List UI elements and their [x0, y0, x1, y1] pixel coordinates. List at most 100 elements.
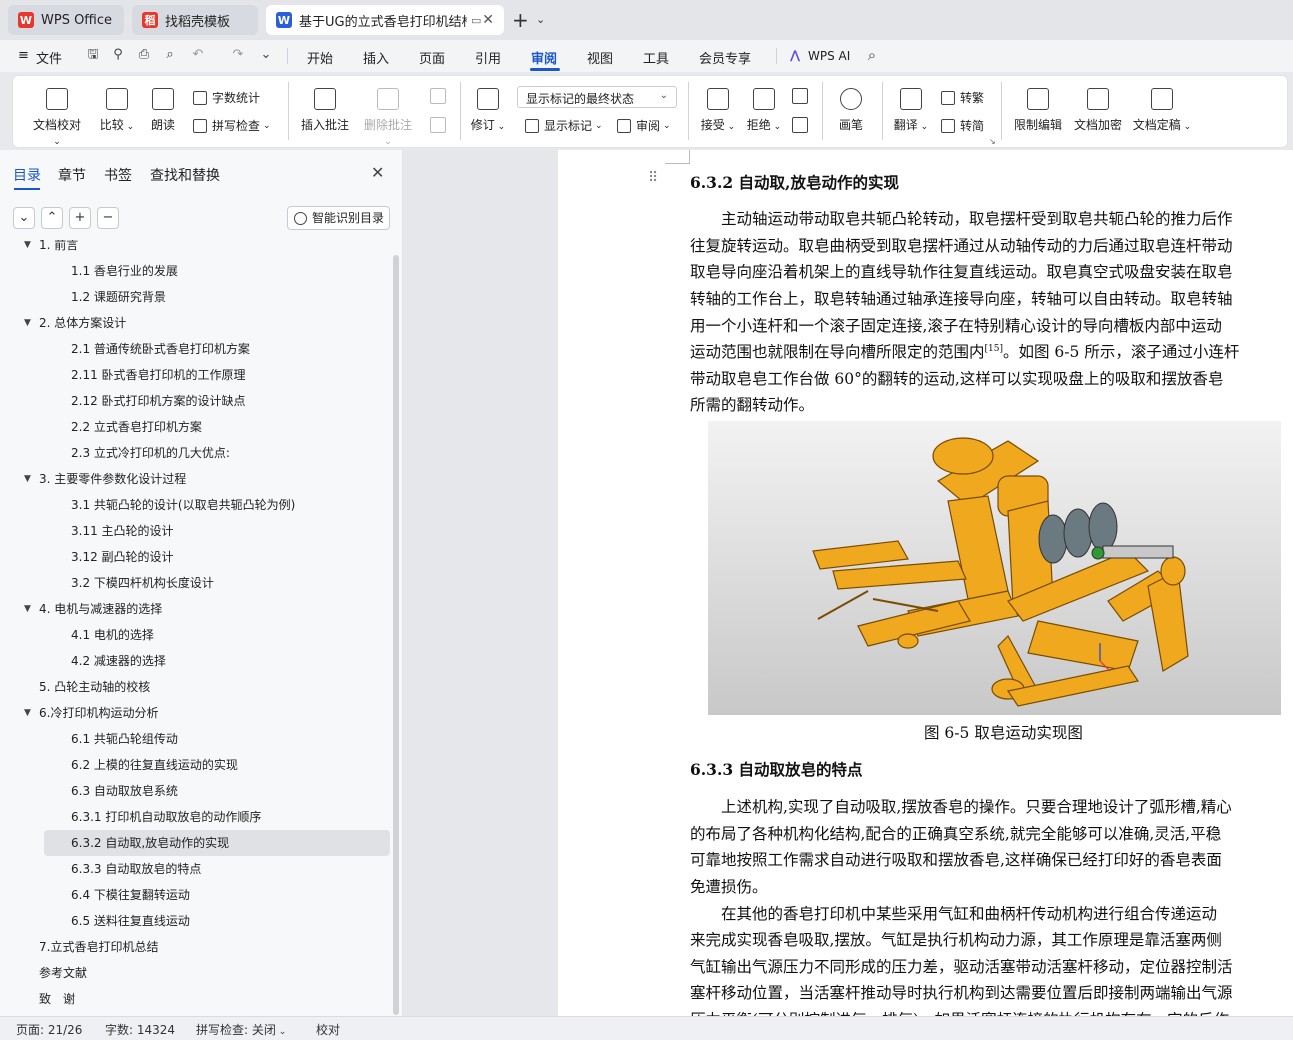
- print-preview-icon[interactable]: ⌕: [162, 47, 178, 63]
- toc-item[interactable]: ▼ 2. 总体方案设计: [24, 310, 126, 336]
- restrict-edit-button[interactable]: 限制编辑: [1012, 88, 1064, 133]
- expand-caret-icon[interactable]: ▼: [24, 240, 31, 258]
- menu-review[interactable]: 审阅: [531, 48, 557, 67]
- document-page[interactable]: ⠿ 6.3.2 自动取,放皂动作的实现 主动轴运动带动取皂共轭凸轮转动，取皂摆杆…: [558, 150, 1293, 1016]
- toc-item[interactable]: 4.1 电机的选择: [71, 622, 154, 648]
- mechanism-3d-figure[interactable]: [708, 421, 1281, 715]
- drag-handle-icon[interactable]: ⠿: [648, 170, 658, 186]
- menu-tools[interactable]: 工具: [643, 48, 669, 67]
- search-icon[interactable]: ⌕: [864, 47, 880, 63]
- toc-item[interactable]: 3.1 共轭凸轮的设计(以取皂共轭凸轮为例): [71, 492, 295, 518]
- toc-item[interactable]: 3.12 副凸轮的设计: [71, 544, 174, 570]
- toc-item[interactable]: ▼ 1. 前言: [24, 240, 78, 258]
- toc-item[interactable]: 2.11 卧式香皂打印机的工作原理: [71, 362, 246, 388]
- dialog-launcher-icon[interactable]: ↘: [989, 137, 996, 146]
- accept-button[interactable]: 接受 ⌄: [700, 88, 736, 133]
- toc-item[interactable]: 2.1 普通传统卧式香皂打印机方案: [71, 336, 250, 362]
- toc-item[interactable]: ▼ 3. 主要零件参数化设计过程: [24, 466, 186, 492]
- next-comment-icon[interactable]: [430, 117, 446, 133]
- expand-caret-icon[interactable]: ▼: [24, 466, 31, 492]
- chevron-down-icon[interactable]: ⌄: [536, 13, 545, 26]
- toc-item[interactable]: 6.3.3 自动取放皂的特点: [71, 856, 201, 882]
- collapse-all-button[interactable]: ⌄: [13, 207, 35, 229]
- expand-caret-icon[interactable]: ▼: [24, 596, 31, 622]
- toc-item[interactable]: 6.2 上模的往复直线运动的实现: [71, 752, 238, 778]
- page-indicator[interactable]: 页面: 21/26: [16, 1021, 82, 1038]
- prev-change-icon[interactable]: [792, 88, 808, 104]
- toc-item[interactable]: 1.1 香皂行业的发展: [71, 258, 178, 284]
- menu-home[interactable]: 开始: [307, 48, 333, 67]
- revise-button[interactable]: 修订 ⌄: [470, 88, 506, 133]
- tab-template[interactable]: 稻 找稻壳模板: [132, 5, 258, 35]
- tab-bookmarks[interactable]: 书签: [104, 165, 132, 185]
- more-chevron-icon[interactable]: ⌄: [258, 47, 274, 63]
- new-tab-icon[interactable]: +: [512, 8, 529, 32]
- menu-member[interactable]: 会员专享: [699, 48, 751, 67]
- menu-insert[interactable]: 插入: [363, 48, 389, 67]
- tab-document[interactable]: W 基于UG的立式香皂打印机结构 ▭ ✕: [266, 5, 504, 35]
- sidebar-scrollbar[interactable]: [393, 255, 399, 1015]
- word-count-button[interactable]: 字数统计: [193, 89, 260, 106]
- prev-comment-icon[interactable]: [430, 88, 446, 104]
- toc-item[interactable]: 1.2 课题研究背景: [71, 284, 166, 310]
- markup-state-select[interactable]: 显示标记的最终状态 ⌄: [517, 86, 677, 108]
- encrypt-button[interactable]: 文档加密: [1072, 88, 1124, 133]
- toc-item[interactable]: 参考文献: [39, 960, 87, 986]
- tab-toc[interactable]: 目录: [13, 165, 41, 185]
- toc-item[interactable]: 2.12 卧式打印机方案的设计缺点: [71, 388, 246, 414]
- to-simplified-button[interactable]: 转简: [941, 117, 984, 134]
- tab-find-replace[interactable]: 查找和替换: [150, 165, 220, 185]
- close-icon[interactable]: ✕: [371, 163, 384, 182]
- print-icon[interactable]: ⎙: [136, 47, 152, 63]
- toc-item[interactable]: 3.2 下模四杆机构长度设计: [71, 570, 214, 596]
- toc-item[interactable]: 7.立式香皂打印机总结: [39, 934, 158, 960]
- read-aloud-button[interactable]: 朗读: [148, 88, 178, 133]
- tab-sections[interactable]: 章节: [58, 165, 86, 185]
- redo-icon[interactable]: ↷: [230, 47, 246, 63]
- menu-hamburger-icon[interactable]: ≡: [18, 48, 29, 63]
- menu-references[interactable]: 引用: [475, 48, 501, 67]
- save-icon[interactable]: 🖫: [85, 47, 101, 63]
- toc-item[interactable]: 6.3.1 打印机自动取放皂的动作顺序: [71, 804, 261, 830]
- review-pane-button[interactable]: 审阅 ⌄: [617, 117, 671, 134]
- compare-button[interactable]: 比较 ⌄: [99, 88, 135, 133]
- menu-page[interactable]: 页面: [419, 48, 445, 67]
- spell-check-status[interactable]: 拼写检查: 关闭 ⌄: [196, 1021, 286, 1038]
- toc-item[interactable]: 6.1 共轭凸轮组传动: [71, 726, 178, 752]
- toc-item[interactable]: 致 谢: [39, 986, 75, 1012]
- reject-button[interactable]: 拒绝 ⌄: [746, 88, 782, 133]
- toc-item[interactable]: 6.5 送料往复直线运动: [71, 908, 190, 934]
- toc-item[interactable]: 2.3 立式冷打印机的几大优点:: [71, 440, 230, 466]
- menu-view[interactable]: 视图: [587, 48, 613, 67]
- citation-ref[interactable]: [15]: [985, 344, 1003, 354]
- menu-file[interactable]: 文件: [36, 48, 62, 67]
- toc-item[interactable]: ▼ 6.冷打印机构运动分析: [24, 700, 158, 726]
- to-traditional-button[interactable]: 转繁: [941, 89, 984, 106]
- doc-compare-button[interactable]: 文档校对 ⌄: [29, 88, 85, 147]
- word-count[interactable]: 字数: 14324: [105, 1021, 175, 1038]
- expand-caret-icon[interactable]: ▼: [24, 310, 31, 336]
- remove-heading-button[interactable]: −: [97, 207, 119, 229]
- proofread-status[interactable]: 校对: [316, 1021, 340, 1038]
- menu-wps-ai[interactable]: WPS AI: [808, 49, 850, 63]
- toc-item[interactable]: 3.11 主凸轮的设计: [71, 518, 174, 544]
- toc-item[interactable]: ▼ 4. 电机与减速器的选择: [24, 596, 162, 622]
- delete-comment-button[interactable]: 删除批注 ⌄: [360, 88, 416, 147]
- pen-button[interactable]: 画笔: [836, 88, 866, 133]
- toc-item[interactable]: 2.2 立式香皂打印机方案: [71, 414, 202, 440]
- smart-toc-button[interactable]: 智能识别目录: [287, 206, 390, 230]
- translate-button[interactable]: 翻译 ⌄: [893, 88, 929, 133]
- show-markup-button[interactable]: 显示标记 ⌄: [525, 117, 603, 134]
- tab-wps-office[interactable]: W WPS Office: [8, 5, 124, 35]
- toc-item[interactable]: 6.3.2 自动取,放皂动作的实现: [44, 830, 390, 856]
- link-icon[interactable]: ⚲: [110, 47, 126, 63]
- next-change-icon[interactable]: [792, 117, 808, 133]
- expand-caret-icon[interactable]: ▼: [24, 700, 31, 726]
- finalize-button[interactable]: 文档定稿 ⌄: [1132, 88, 1192, 133]
- toc-item[interactable]: 4.2 减速器的选择: [71, 648, 166, 674]
- undo-icon[interactable]: ↶: [190, 47, 206, 63]
- insert-comment-button[interactable]: 插入批注: [300, 88, 350, 133]
- toc-item[interactable]: 6.4 下模往复翻转运动: [71, 882, 190, 908]
- toc-item[interactable]: 6.3 自动取放皂系统: [71, 778, 178, 804]
- expand-up-button[interactable]: ⌃: [41, 207, 63, 229]
